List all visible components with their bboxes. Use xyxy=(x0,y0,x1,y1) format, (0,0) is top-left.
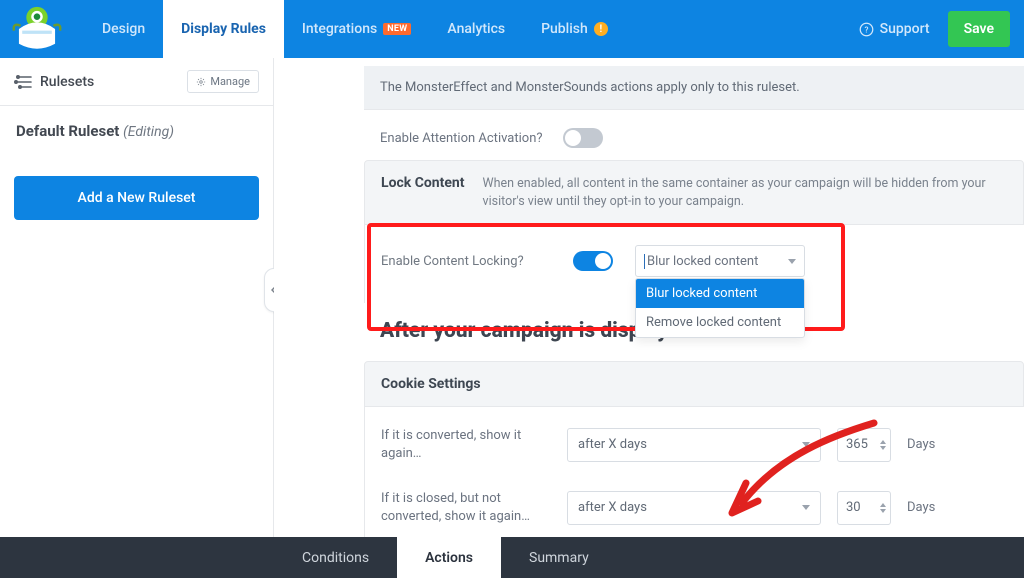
attention-row: Enable Attention Activation? xyxy=(364,110,1024,160)
support-link[interactable]: ? Support xyxy=(859,21,930,37)
tab-integrations[interactable]: Integrations NEW xyxy=(284,0,429,58)
cookie-converted-days-input[interactable]: 365 xyxy=(837,428,891,462)
tab-design[interactable]: Design xyxy=(84,0,163,58)
cookie-converted-label: If it is converted, show it again… xyxy=(381,427,551,462)
manage-label: Manage xyxy=(210,75,250,88)
cookie-closed-unit: Days xyxy=(907,500,935,515)
chevron-down-icon xyxy=(802,505,810,510)
top-tabs: Design Display Rules Integrations NEW An… xyxy=(84,0,626,58)
save-button[interactable]: Save xyxy=(948,11,1010,47)
tab-integrations-label: Integrations xyxy=(302,21,377,37)
publish-warn-badge: ! xyxy=(594,22,608,36)
gear-icon xyxy=(196,77,206,87)
body: Rulesets Manage Default Ruleset (Editing… xyxy=(0,58,1024,537)
sidebar: Rulesets Manage Default Ruleset (Editing… xyxy=(0,58,274,537)
bottom-tab-summary[interactable]: Summary xyxy=(501,537,617,578)
lock-mode-dropdown: Blur locked content Remove locked conten… xyxy=(635,278,805,338)
new-badge: NEW xyxy=(383,23,411,35)
tab-display-rules[interactable]: Display Rules xyxy=(163,0,284,58)
top-nav: Design Display Rules Integrations NEW An… xyxy=(0,0,1024,58)
bottom-tab-bar: Conditions Actions Summary xyxy=(0,537,1024,578)
attention-label: Enable Attention Activation? xyxy=(380,131,543,146)
info-strip: The MonsterEffect and MonsterSounds acti… xyxy=(364,66,1024,110)
cookie-converted-value: after X days xyxy=(578,437,647,452)
tab-publish[interactable]: Publish ! xyxy=(523,0,626,58)
lock-section-head: Lock Content When enabled, all content i… xyxy=(364,160,1024,225)
chevron-down-icon xyxy=(802,442,810,447)
add-ruleset-button[interactable]: Add a New Ruleset xyxy=(14,176,259,220)
lock-option-blur[interactable]: Blur locked content xyxy=(636,279,804,308)
tab-publish-label: Publish xyxy=(541,21,588,37)
app-logo xyxy=(10,6,64,52)
bottom-tab-actions[interactable]: Actions xyxy=(397,537,501,578)
cookie-closed-label: If it is closed, but not converted, show… xyxy=(381,490,551,525)
tab-analytics[interactable]: Analytics xyxy=(429,0,523,58)
bottom-tab-conditions[interactable]: Conditions xyxy=(274,537,397,578)
cookie-converted-select[interactable]: after X days xyxy=(567,428,821,462)
lock-option-remove[interactable]: Remove locked content xyxy=(636,308,804,337)
cookie-section-head: Cookie Settings xyxy=(364,361,1024,407)
lock-title: Lock Content xyxy=(381,175,465,191)
chevron-down-icon xyxy=(788,259,796,264)
cookie-closed-days-input[interactable]: 30 xyxy=(837,491,891,525)
support-label: Support xyxy=(880,21,930,37)
svg-text:?: ? xyxy=(864,24,868,34)
cookie-closed-days-value: 30 xyxy=(846,500,861,515)
cookie-closed-select[interactable]: after X days xyxy=(567,491,821,525)
cookie-row-converted: If it is converted, show it again… after… xyxy=(365,413,1024,476)
cookie-row-closed: If it is closed, but not converted, show… xyxy=(365,476,1024,537)
attention-toggle[interactable] xyxy=(563,128,603,148)
help-icon: ? xyxy=(859,22,874,37)
cookie-converted-unit: Days xyxy=(907,437,935,452)
lock-desc: When enabled, all content in the same co… xyxy=(483,175,1007,210)
ruleset-label: Default Ruleset xyxy=(16,122,119,140)
cookie-converted-days-value: 365 xyxy=(846,437,868,452)
lock-enable-label: Enable Content Locking? xyxy=(381,254,551,269)
sidebar-title: Rulesets xyxy=(40,74,94,90)
manage-button[interactable]: Manage xyxy=(187,70,259,93)
main-content: The MonsterEffect and MonsterSounds acti… xyxy=(274,58,1024,537)
rulesets-icon xyxy=(14,75,32,89)
editing-label: (Editing) xyxy=(123,124,174,140)
current-ruleset[interactable]: Default Ruleset (Editing) xyxy=(0,106,273,156)
sidebar-header: Rulesets Manage xyxy=(0,58,273,106)
lock-toggle[interactable] xyxy=(573,251,613,271)
lock-mode-value: Blur locked content xyxy=(647,254,758,269)
cookie-section-body: If it is converted, show it again… after… xyxy=(364,407,1024,537)
cookie-closed-value: after X days xyxy=(578,500,647,515)
lock-section-body: Enable Content Locking? Blur locked cont… xyxy=(364,225,1024,303)
lock-mode-select[interactable]: Blur locked content Blur locked content … xyxy=(635,245,805,277)
